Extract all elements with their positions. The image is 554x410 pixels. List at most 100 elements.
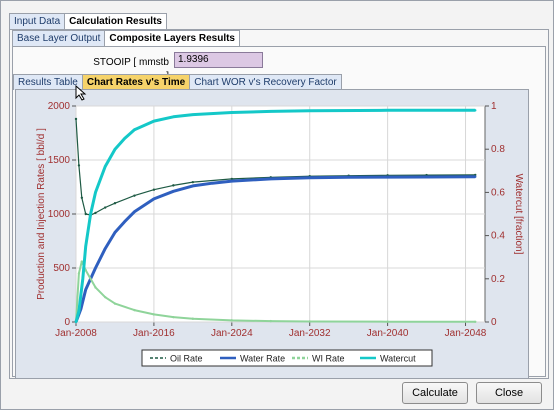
series-oil-rate-point <box>152 188 156 191</box>
y-tick-label: 2000 <box>48 101 71 112</box>
series-water-rate-point <box>308 176 311 180</box>
series-oil-rate-point <box>77 164 81 167</box>
series-wi-rate-point <box>80 260 84 263</box>
series-water-rate-point <box>84 288 87 291</box>
rates-vs-time-chart: Jan-2008 Jan-2016 Jan-2024 Jan-2032 Jan-2040… <box>36 101 524 367</box>
legend-label: WI Rate <box>312 354 345 364</box>
series-oil-rate-point <box>74 117 78 121</box>
stooip-value-field: 1.9396 <box>174 52 263 68</box>
mouse-cursor-icon <box>75 85 87 101</box>
y-axis-label: Production and Injection Rates [ bbl/d ] <box>36 128 47 300</box>
x-tick-label: Jan-2040 <box>367 328 409 339</box>
series-watercut-point <box>133 128 136 131</box>
series-water-rate-point <box>474 175 477 178</box>
series-watercut-point <box>89 212 92 216</box>
series-wi-rate-point <box>104 295 107 299</box>
series-oil-rate-point <box>94 211 97 215</box>
series-water-rate-point <box>172 190 175 193</box>
x-tick-label: Jan-2048 <box>445 328 487 339</box>
series-watercut-point <box>84 245 87 248</box>
y2-tick-label: 0.8 <box>491 144 505 155</box>
series-watercut-point <box>386 109 389 112</box>
series-watercut-point <box>94 191 97 194</box>
series-oil-rate-point <box>104 206 107 209</box>
x-tick-label: Jan-2024 <box>211 328 253 339</box>
legend-label: Water Rate <box>240 354 285 364</box>
tab-input-data[interactable]: Input Data <box>9 13 66 29</box>
x-tick-label: Jan-2032 <box>289 328 331 339</box>
y2-axis-label: Watercut [fraction] <box>513 174 524 255</box>
tab-results-table[interactable]: Results Table <box>13 74 83 90</box>
series-water-rate-point <box>269 177 272 181</box>
series-water-rate-point <box>347 176 350 179</box>
series-watercut-point <box>269 110 272 113</box>
series-water-rate-point <box>133 210 136 214</box>
series-water-rate-point <box>386 175 389 179</box>
y-tick-label: 500 <box>53 263 70 274</box>
tab-chart-rates-vs-time[interactable]: Chart Rates v's Time <box>81 74 191 90</box>
y2-tick-label: 1 <box>491 101 497 112</box>
series-watercut-point <box>308 109 311 112</box>
series-watercut-point <box>81 277 85 280</box>
tab-composite-layers-results[interactable]: Composite Layers Results <box>104 30 240 47</box>
series-wi-rate-point <box>152 313 156 316</box>
series-oil-rate-point <box>84 212 87 216</box>
tab-base-layer-output[interactable]: Base Layer Output <box>12 30 106 46</box>
chart-container: Jan-2008 Jan-2016 Jan-2024 Jan-2032 Jan-2040… <box>15 89 529 379</box>
series-wi-rate-point <box>474 320 477 323</box>
series-wi-rate-point <box>386 320 389 323</box>
series-water-rate-point <box>191 184 195 188</box>
y-tick-label: 0 <box>64 317 70 328</box>
series-watercut-point <box>77 310 81 313</box>
y2-tick-label: 0.6 <box>491 187 505 198</box>
series-watercut-point <box>123 137 126 140</box>
series-watercut-point <box>113 148 117 151</box>
y2-tick-label: 0.4 <box>491 231 505 242</box>
series-oil-rate-point <box>80 196 84 199</box>
series-oil-rate-point <box>113 202 117 205</box>
legend-label: Oil Rate <box>170 354 203 364</box>
calculate-button[interactable]: Calculate <box>402 382 468 404</box>
series-water-rate-point <box>152 197 156 201</box>
series-wi-rate-point <box>113 302 117 305</box>
series-oil-rate-point <box>191 180 195 184</box>
main-tab-strip: Input Data Calculation Results <box>9 13 167 30</box>
series-wi-rate-point <box>269 319 272 323</box>
series-water-rate-point <box>230 179 234 183</box>
series-watercut-point <box>474 109 477 112</box>
series-watercut-point <box>152 119 156 123</box>
series-watercut-point <box>172 115 175 118</box>
series-water-rate-point <box>425 175 428 179</box>
chart-tab-strip: Results Table Chart Rates v's Time Chart… <box>13 74 342 90</box>
legend-label: Watercut <box>380 354 416 364</box>
series-water-rate-point <box>94 266 97 270</box>
series-water-rate-point <box>113 231 117 234</box>
series-water-rate-point <box>123 220 126 223</box>
tab-calculation-results[interactable]: Calculation Results <box>64 13 167 30</box>
sub-tab-strip: Base Layer Output Composite Layers Resul… <box>12 30 240 47</box>
series-wi-rate-point <box>77 272 81 275</box>
series-wi-rate-point <box>308 320 311 323</box>
series-watercut-point <box>230 111 234 114</box>
series-watercut-point <box>104 165 107 168</box>
series-water-rate-point <box>104 247 107 250</box>
series-wi-rate-point <box>172 315 175 319</box>
series-wi-rate-point <box>191 317 195 320</box>
series-wi-rate-point <box>94 286 97 289</box>
x-tick-label: Jan-2008 <box>55 328 97 339</box>
x-tick-label: Jan-2016 <box>133 328 175 339</box>
series-water-rate-point <box>211 182 214 185</box>
series-oil-rate-point <box>172 184 175 187</box>
series-wi-rate-point <box>133 308 136 312</box>
y2-tick-label: 0.2 <box>491 274 505 285</box>
y-tick-label: 1500 <box>48 155 71 166</box>
series-oil-rate-point <box>133 194 136 197</box>
y2-tick-label: 0 <box>491 317 497 328</box>
close-button[interactable]: Close <box>476 382 542 404</box>
calculation-window: Input Data Calculation Results Base Laye… <box>0 0 554 410</box>
series-watercut-point <box>74 320 78 324</box>
tab-chart-wor-vs-recovery[interactable]: Chart WOR v's Recovery Factor <box>189 74 342 90</box>
series-watercut-point <box>191 113 195 116</box>
y-tick-label: 1000 <box>48 209 71 220</box>
series-wi-rate-point <box>230 319 234 322</box>
